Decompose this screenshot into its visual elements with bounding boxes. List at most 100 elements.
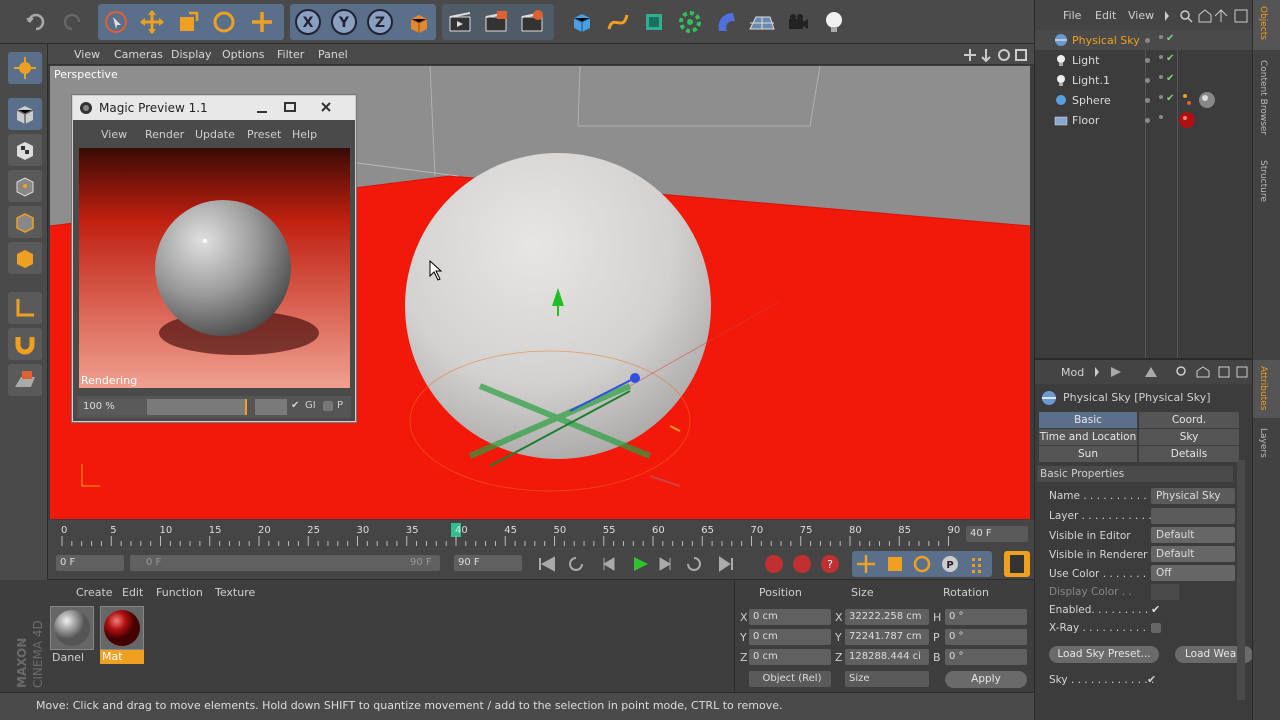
mp-menu-help[interactable]: Help xyxy=(292,128,317,141)
attr-scrollbar[interactable] xyxy=(1237,460,1245,700)
maximize-icon[interactable] xyxy=(283,101,297,113)
redo-icon[interactable] xyxy=(56,6,88,38)
load-sky-preset-button[interactable]: Load Sky Preset... xyxy=(1049,646,1159,663)
undo-icon[interactable] xyxy=(20,6,52,38)
enabled-check-icon[interactable]: ✔ xyxy=(1166,73,1174,84)
record-controls[interactable]: ? xyxy=(762,551,842,577)
texture-mode-icon[interactable] xyxy=(8,134,42,166)
z-axis-icon[interactable]: Z xyxy=(364,6,396,38)
tab-details[interactable]: Details xyxy=(1139,446,1239,462)
object-row[interactable]: Physical Sky ✔ xyxy=(1035,30,1253,50)
viewport-menu-panel[interactable]: Panel xyxy=(318,48,348,61)
enabled-check-icon[interactable]: ✔ xyxy=(1166,33,1174,44)
size-z-field[interactable]: 128288.444 ci xyxy=(845,649,929,665)
obj-menu-edit[interactable]: Edit xyxy=(1095,9,1116,22)
object-row[interactable]: Floor xyxy=(1035,110,1253,130)
visible-editor-dropdown[interactable]: Default xyxy=(1151,527,1235,543)
render-view-icon[interactable] xyxy=(444,6,476,38)
apply-button[interactable]: Apply xyxy=(945,671,1027,688)
visibility-dot[interactable] xyxy=(1145,118,1150,123)
workplane-icon[interactable] xyxy=(8,364,42,396)
visibility-dot[interactable] xyxy=(1145,58,1150,63)
spline-icon[interactable] xyxy=(602,6,634,38)
floor-icon[interactable] xyxy=(746,6,778,38)
object-row[interactable]: Light.1 ✔ xyxy=(1035,70,1253,90)
end-frame-field[interactable]: 90 F xyxy=(454,555,522,571)
pos-x-field[interactable]: 0 cm xyxy=(749,609,831,625)
render-visibility-dot[interactable] xyxy=(1159,75,1163,79)
model-mode-icon[interactable] xyxy=(8,98,42,130)
pos-z-field[interactable]: 0 cm xyxy=(749,649,831,665)
obj-menu-view[interactable]: View xyxy=(1128,9,1154,22)
enabled-check-icon[interactable]: ✔ xyxy=(1166,93,1174,104)
pos-y-field[interactable]: 0 cm xyxy=(749,629,831,645)
object-row[interactable]: Sphere ✔ xyxy=(1035,90,1253,110)
side-tab-attributes[interactable]: Attributes xyxy=(1258,366,1268,410)
render-settings-icon[interactable] xyxy=(516,6,548,38)
tab-time-location[interactable]: Time and Location xyxy=(1039,429,1137,445)
key-mode-controls[interactable]: P xyxy=(852,551,1032,577)
coordinate-system-icon[interactable] xyxy=(402,6,434,38)
obj-menu-file[interactable]: File xyxy=(1063,9,1081,22)
timeline-ruler[interactable]: 0 5 10 15 20 25 30 35 40 45 50 55 60 65 70 75 80 85 90 40 … xyxy=(48,520,1034,548)
enabled-checkbox[interactable]: ✔ xyxy=(1151,603,1160,616)
tab-sky[interactable]: Sky xyxy=(1139,429,1239,445)
close-icon[interactable] xyxy=(319,100,333,114)
edit-mode-icon[interactable] xyxy=(8,52,42,84)
add-icon[interactable] xyxy=(246,6,278,38)
rotate-icon[interactable] xyxy=(208,6,240,38)
x-axis-icon[interactable]: X xyxy=(292,6,324,38)
rot-h-field[interactable]: 0 ° xyxy=(945,609,1027,625)
viewport-menu-cameras[interactable]: Cameras xyxy=(114,48,163,61)
tab-coord[interactable]: Coord. xyxy=(1139,412,1239,428)
zoom-field[interactable]: 100 % xyxy=(79,399,147,415)
start-frame-field[interactable]: 0 F xyxy=(56,555,124,571)
tab-basic[interactable]: Basic xyxy=(1039,412,1137,428)
deformer-icon[interactable] xyxy=(710,6,742,38)
visibility-dot[interactable] xyxy=(1145,38,1150,43)
size-mode-dropdown[interactable]: Size xyxy=(845,671,929,687)
live-select-icon[interactable] xyxy=(100,6,132,38)
mp-menu-update[interactable]: Update xyxy=(195,128,235,141)
size-x-field[interactable]: 32222.258 cm xyxy=(845,609,929,625)
material-item-mat[interactable]: Mat xyxy=(100,606,144,664)
minimize-icon[interactable] xyxy=(255,102,269,114)
sky-checkbox[interactable]: ✔ xyxy=(1147,673,1156,686)
viewport-menu-display[interactable]: Display xyxy=(171,48,212,61)
camera-icon[interactable] xyxy=(782,6,814,38)
render-visibility-dot[interactable] xyxy=(1159,35,1163,39)
visible-renderer-dropdown[interactable]: Default xyxy=(1151,546,1235,562)
viewport-menu-options[interactable]: Options xyxy=(222,48,264,61)
coord-mode-dropdown[interactable]: Object (Rel) xyxy=(749,671,831,687)
viewport-nav-icon[interactable] xyxy=(964,47,1028,63)
polygon-mode-icon[interactable] xyxy=(8,242,42,274)
mat-menu-edit[interactable]: Edit xyxy=(122,586,143,599)
mat-menu-texture[interactable]: Texture xyxy=(215,586,255,599)
side-tab-objects[interactable]: Objects xyxy=(1258,6,1268,40)
attr-toolbar-icons[interactable] xyxy=(1093,365,1251,379)
y-axis-icon[interactable]: Y xyxy=(328,6,360,38)
color-swatch[interactable] xyxy=(255,399,287,415)
attr-name-field[interactable]: Physical Sky xyxy=(1151,488,1235,504)
edge-mode-icon[interactable] xyxy=(8,206,42,238)
p-checkbox[interactable] xyxy=(323,401,333,411)
mp-menu-view[interactable]: View xyxy=(101,128,127,141)
mp-menu-render[interactable]: Render xyxy=(145,128,184,141)
render-picture-viewer-icon[interactable] xyxy=(480,6,512,38)
mat-menu-function[interactable]: Function xyxy=(156,586,203,599)
size-y-field[interactable]: 72241.787 cm xyxy=(845,629,929,645)
render-visibility-dot[interactable] xyxy=(1159,55,1163,59)
snap-icon[interactable] xyxy=(8,328,42,360)
side-tab-layers[interactable]: Layers xyxy=(1258,428,1268,458)
viewport-menu-view[interactable]: View xyxy=(74,48,100,61)
rot-p-field[interactable]: 0 ° xyxy=(945,629,1027,645)
light-icon[interactable] xyxy=(818,6,850,38)
object-row[interactable]: Light ✔ xyxy=(1035,50,1253,70)
current-frame-field[interactable]: 40 F xyxy=(966,526,1028,542)
move-icon[interactable] xyxy=(136,6,168,38)
material-item-danel[interactable]: Danel xyxy=(50,606,94,664)
material-tag-icon[interactable] xyxy=(1179,111,1199,129)
side-tab-structure[interactable]: Structure xyxy=(1258,160,1268,202)
material-tag-icon[interactable] xyxy=(1181,91,1217,109)
rot-b-field[interactable]: 0 ° xyxy=(945,649,1027,665)
